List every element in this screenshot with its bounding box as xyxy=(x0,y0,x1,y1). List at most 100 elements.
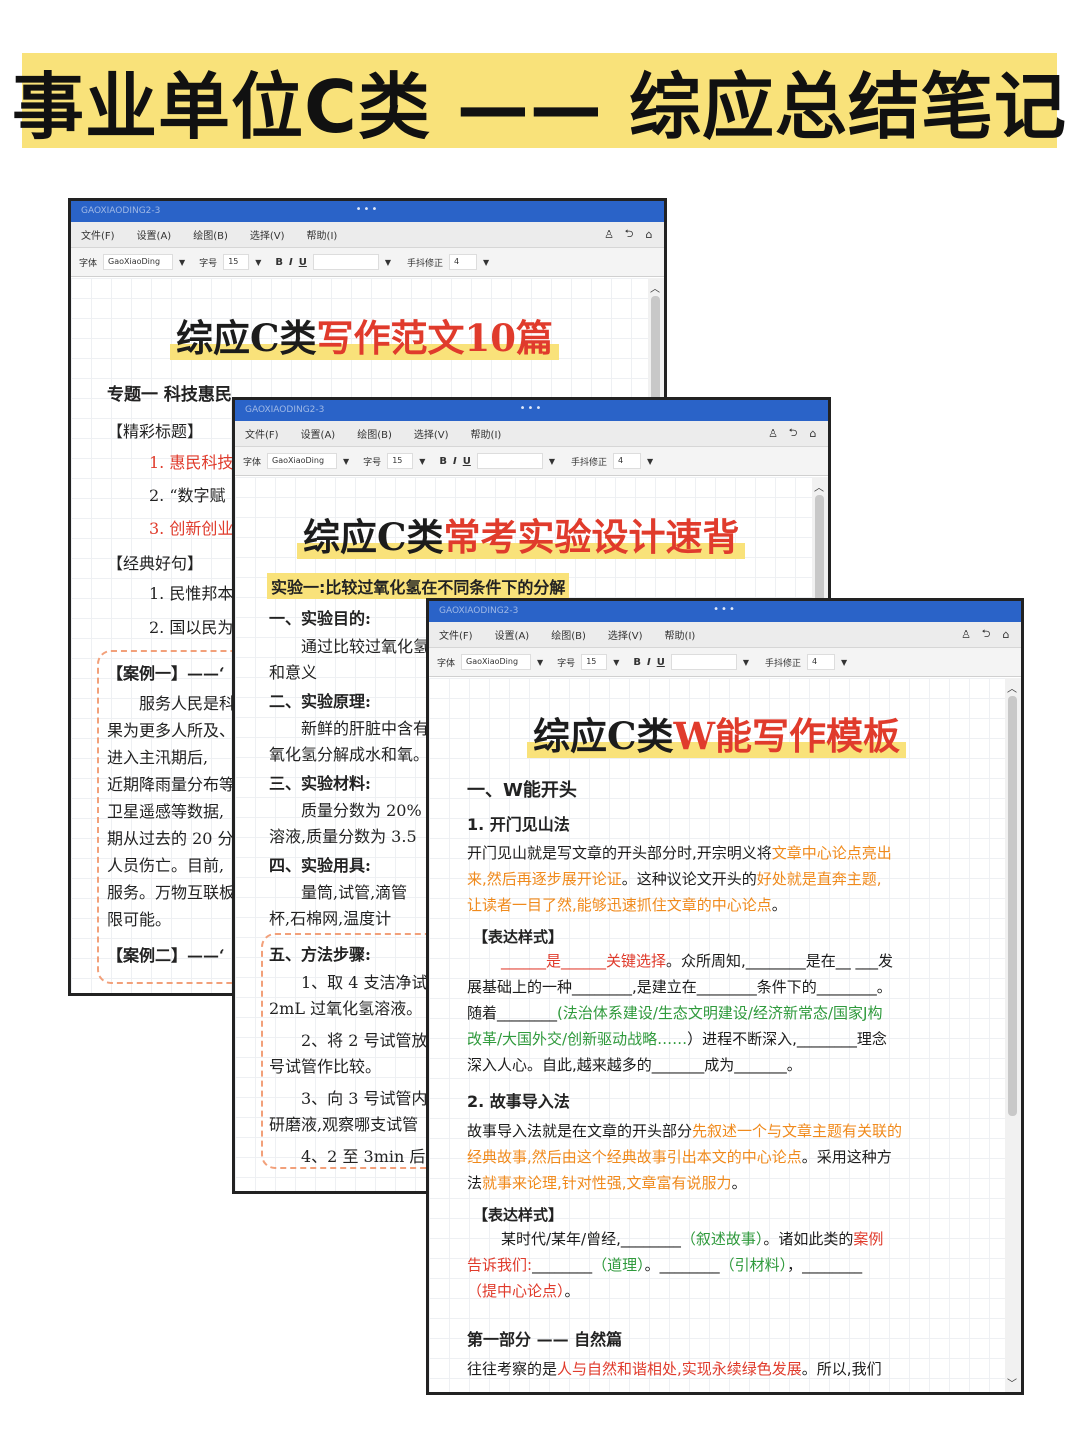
menu-settings[interactable]: 设置(A) xyxy=(495,627,530,642)
italic-button[interactable]: I xyxy=(647,657,651,668)
list-item: 1. 惠民科技 xyxy=(149,453,234,472)
menu-bar: 文件(F) 设置(A) 绘图(B) 选择(V) 帮助(I) ♙ ⮌ ⌂ xyxy=(235,421,828,447)
document-area[interactable]: ︿ ﹀ 综应C类W能写作模板 一、W能开头 1. 开门见山法 开门见山就是写文章… xyxy=(429,678,1021,1392)
chevron-down-icon[interactable]: ▼ xyxy=(483,258,489,267)
topic-heading: 专题一 科技惠民 xyxy=(107,385,232,405)
experiment-heading: 实验一:比较过氧化氢在不同条件下的分解 xyxy=(267,573,570,599)
undo-icon[interactable]: ⮌ xyxy=(786,426,800,440)
color-select[interactable] xyxy=(476,453,543,469)
window-dots-icon[interactable]: ••• xyxy=(520,403,544,414)
text-segment: ________ xyxy=(532,1256,593,1274)
menu-help[interactable]: 帮助(I) xyxy=(307,227,338,242)
font-label: 字体 xyxy=(243,457,262,468)
underline-button[interactable]: U xyxy=(299,257,307,268)
menu-help[interactable]: 帮助(I) xyxy=(471,426,502,441)
italic-button[interactable]: I xyxy=(453,456,457,467)
text-segment: （叙述故事） xyxy=(680,1230,764,1248)
chevron-down-icon[interactable]: ▼ xyxy=(841,658,847,667)
section-heading: 五、方法步骤: xyxy=(269,945,371,964)
chevron-down-icon[interactable]: ▼ xyxy=(179,258,185,267)
user-icon[interactable]: ♙ xyxy=(766,426,780,440)
italic-button[interactable]: I xyxy=(289,257,293,268)
handwrite-select[interactable]: 4 xyxy=(613,453,641,469)
size-label: 字号 xyxy=(199,258,218,269)
scroll-up-icon[interactable]: ︿ xyxy=(1007,680,1017,695)
content-line: 量筒,试管,滴管 xyxy=(301,883,408,902)
window-dots-icon[interactable]: ••• xyxy=(356,204,380,215)
size-label: 字号 xyxy=(557,658,576,669)
text-segment: 展基础上的一种________,是建立在________条件下的________… xyxy=(467,978,892,996)
menu-file[interactable]: 文件(F) xyxy=(81,227,115,242)
text-line: （提中心论点）。 xyxy=(467,1280,580,1301)
color-select[interactable] xyxy=(312,254,379,270)
bold-button[interactable]: B xyxy=(275,257,283,268)
menu-file[interactable]: 文件(F) xyxy=(245,426,279,441)
size-select[interactable]: 15 xyxy=(387,453,414,469)
banner: 事业单位C类 —— 综应总结笔记 xyxy=(12,53,1066,149)
scroll-down-icon[interactable]: ﹀ xyxy=(1007,1375,1017,1390)
text-segment: 人与自然和谐相处,实现永续绿色发展 xyxy=(557,1360,802,1378)
font-label: 字体 xyxy=(437,658,456,669)
chevron-down-icon[interactable]: ▼ xyxy=(743,658,749,667)
size-select[interactable]: 15 xyxy=(223,254,250,270)
scroll-up-icon[interactable]: ︿ xyxy=(650,280,660,295)
title-bar[interactable]: GAOXIAODING2-3 ••• xyxy=(71,201,664,222)
title-bar[interactable]: GAOXIAODING2-3 ••• xyxy=(235,400,828,421)
text-line: 深入人心。自此,越来越多的_______成为_______。 xyxy=(467,1054,802,1075)
menu-select[interactable]: 选择(V) xyxy=(608,627,643,642)
menu-draw[interactable]: 绘图(B) xyxy=(357,426,392,441)
chevron-down-icon[interactable]: ▼ xyxy=(343,457,349,466)
underline-button[interactable]: U xyxy=(657,657,665,668)
text-segment: 来,然后再逐步展开论证 xyxy=(467,870,622,888)
text-segment: 。采用这种方 xyxy=(801,1148,892,1166)
home-icon[interactable]: ⌂ xyxy=(806,426,820,440)
text-segment: 法 xyxy=(467,1174,483,1192)
chevron-down-icon[interactable]: ▼ xyxy=(549,457,555,466)
color-select[interactable] xyxy=(670,654,737,670)
undo-icon[interactable]: ⮌ xyxy=(622,227,636,241)
content-line: 4、2 至 3min 后, xyxy=(301,1147,431,1166)
content-line: 新鲜的肝脏中含有 xyxy=(301,719,430,738)
menu-select[interactable]: 选择(V) xyxy=(250,227,285,242)
font-select[interactable]: GaoXiaoDing xyxy=(461,654,532,670)
bold-button[interactable]: B xyxy=(633,657,641,668)
user-icon[interactable]: ♙ xyxy=(959,627,973,641)
font-select[interactable]: GaoXiaoDing xyxy=(103,254,174,270)
content-line: 质量分数为 20% xyxy=(301,801,422,820)
chevron-down-icon[interactable]: ▼ xyxy=(255,258,261,267)
menu-draw[interactable]: 绘图(B) xyxy=(193,227,228,242)
menu-select[interactable]: 选择(V) xyxy=(414,426,449,441)
content-line: 3、向 3 号试管内 xyxy=(301,1089,428,1108)
menu-settings[interactable]: 设置(A) xyxy=(137,227,172,242)
underline-button[interactable]: U xyxy=(463,456,471,467)
handwrite-select[interactable]: 4 xyxy=(807,654,835,670)
menu-help[interactable]: 帮助(I) xyxy=(665,627,696,642)
text-segment: 就事来论理,针对性强,文章富有说服力 xyxy=(482,1174,732,1192)
chevron-down-icon[interactable]: ▼ xyxy=(613,658,619,667)
chevron-down-icon[interactable]: ▼ xyxy=(537,658,543,667)
scroll-up-icon[interactable]: ︿ xyxy=(814,479,824,494)
chevron-down-icon[interactable]: ▼ xyxy=(385,258,391,267)
menu-settings[interactable]: 设置(A) xyxy=(301,426,336,441)
undo-icon[interactable]: ⮌ xyxy=(979,627,993,641)
size-select[interactable]: 15 xyxy=(581,654,608,670)
toolbar: 字体 GaoXiaoDing ▼ 字号 15 ▼ B I U ▼ 手抖修正 4 … xyxy=(235,447,828,476)
home-icon[interactable]: ⌂ xyxy=(999,627,1013,641)
scroll-thumb[interactable] xyxy=(1008,696,1017,1116)
home-icon[interactable]: ⌂ xyxy=(642,227,656,241)
chevron-down-icon[interactable]: ▼ xyxy=(419,457,425,466)
chevron-down-icon[interactable]: ▼ xyxy=(647,457,653,466)
title-bar[interactable]: GAOXIAODING2-3 ••• xyxy=(429,601,1021,622)
handwrite-select[interactable]: 4 xyxy=(449,254,477,270)
text-segment: 。众所周知,________是在__ ___发 xyxy=(666,952,894,970)
menu-file[interactable]: 文件(F) xyxy=(439,627,473,642)
scrollbar[interactable]: ︿ ﹀ xyxy=(1005,678,1021,1392)
menu-draw[interactable]: 绘图(B) xyxy=(551,627,586,642)
user-icon[interactable]: ♙ xyxy=(602,227,616,241)
font-select[interactable]: GaoXiaoDing xyxy=(267,453,338,469)
window-dots-icon[interactable]: ••• xyxy=(713,604,737,615)
section-label: 【经典好句】 xyxy=(107,554,204,573)
bold-button[interactable]: B xyxy=(439,456,447,467)
text-line: 让读者一目了然,能够迅速抓住文章的中心论点。 xyxy=(467,894,787,915)
text-segment: 让读者一目了然,能够迅速抓住文章的中心论点 xyxy=(467,896,772,914)
